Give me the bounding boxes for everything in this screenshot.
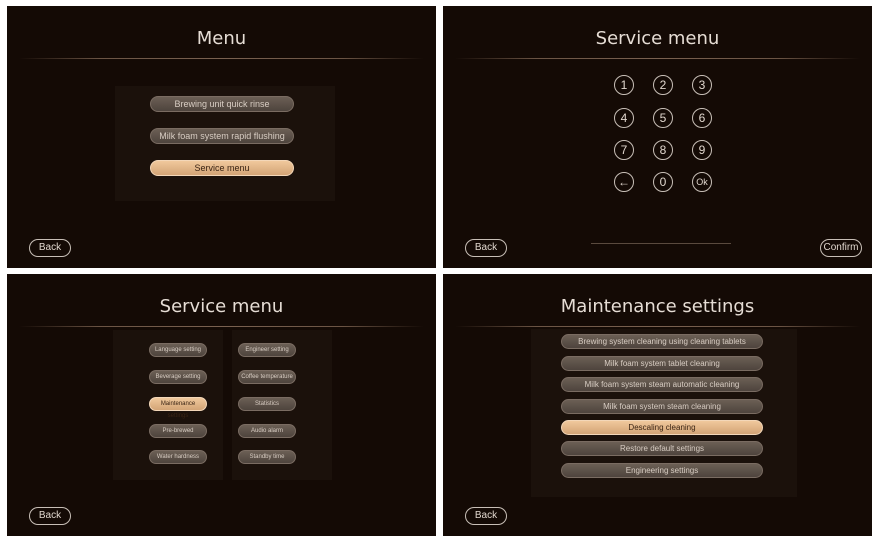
descaling-cleaning-button[interactable]: Descaling cleaning: [561, 420, 763, 435]
milk-foam-steam-auto-cleaning-button[interactable]: Milk foam system steam automatic cleanin…: [561, 377, 763, 392]
confirm-button[interactable]: Confirm: [820, 239, 862, 257]
engineering-settings-button[interactable]: Engineering settings: [561, 463, 763, 478]
back-button[interactable]: Back: [465, 507, 507, 525]
coffee-temperature-button[interactable]: Coffee temperature: [238, 370, 296, 384]
statistics-button[interactable]: Statistics: [238, 397, 296, 411]
ok-key[interactable]: Ok: [692, 172, 712, 192]
engineer-setting-button[interactable]: Engineer setting: [238, 343, 296, 357]
back-button[interactable]: Back: [29, 507, 71, 525]
language-setting-button[interactable]: Language setting: [149, 343, 207, 357]
maintenance-settings-panel: Maintenance settings Brewing system clea…: [443, 274, 872, 536]
page-title: Menu: [196, 28, 247, 49]
milk-foam-tablet-cleaning-button[interactable]: Milk foam system tablet cleaning: [561, 356, 763, 371]
title-divider: [455, 58, 860, 59]
maintenance-settings-button[interactable]: Maintenance settings: [149, 397, 207, 419]
key-2[interactable]: 2: [653, 75, 673, 95]
service-menu-button[interactable]: Service menu: [150, 160, 294, 176]
password-input-line: [591, 243, 731, 244]
brewing-system-tablet-cleaning-button[interactable]: Brewing system cleaning using cleaning t…: [561, 334, 763, 349]
beverage-setting-button[interactable]: Beverage setting: [149, 370, 207, 384]
backspace-key[interactable]: ←: [614, 172, 634, 192]
back-button[interactable]: Back: [29, 239, 71, 257]
milk-foam-rapid-flushing-button[interactable]: Milk foam system rapid flushing: [150, 128, 294, 144]
back-button[interactable]: Back: [465, 239, 507, 257]
page-title: Service menu: [595, 28, 720, 49]
page-title: Maintenance settings: [560, 296, 755, 317]
title-divider: [19, 58, 424, 59]
key-9[interactable]: 9: [692, 140, 712, 160]
key-8[interactable]: 8: [653, 140, 673, 160]
standby-time-button[interactable]: Standby time: [238, 450, 296, 464]
key-3[interactable]: 3: [692, 75, 712, 95]
brewing-unit-quick-rinse-button[interactable]: Brewing unit quick rinse: [150, 96, 294, 112]
service-menu-panel: Service menu Language setting Beverage s…: [7, 274, 436, 536]
key-5[interactable]: 5: [653, 108, 673, 128]
key-0[interactable]: 0: [653, 172, 673, 192]
key-7[interactable]: 7: [614, 140, 634, 160]
title-divider: [19, 326, 424, 327]
audio-alarm-button[interactable]: Audio alarm: [238, 424, 296, 438]
key-6[interactable]: 6: [692, 108, 712, 128]
service-login-panel: Service menu 1 2 3 4 5 6 7 8 9 ← 0 Ok Ba…: [443, 6, 872, 268]
pre-brewed-button[interactable]: Pre-brewed: [149, 424, 207, 438]
key-4[interactable]: 4: [614, 108, 634, 128]
water-hardness-button[interactable]: Water hardness: [149, 450, 207, 464]
key-1[interactable]: 1: [614, 75, 634, 95]
milk-foam-steam-cleaning-button[interactable]: Milk foam system steam cleaning: [561, 399, 763, 414]
page-title: Service menu: [159, 296, 284, 317]
restore-default-settings-button[interactable]: Restore default settings: [561, 441, 763, 456]
title-divider: [455, 326, 860, 327]
menu-panel: Menu Brewing unit quick rinse Milk foam …: [7, 6, 436, 268]
